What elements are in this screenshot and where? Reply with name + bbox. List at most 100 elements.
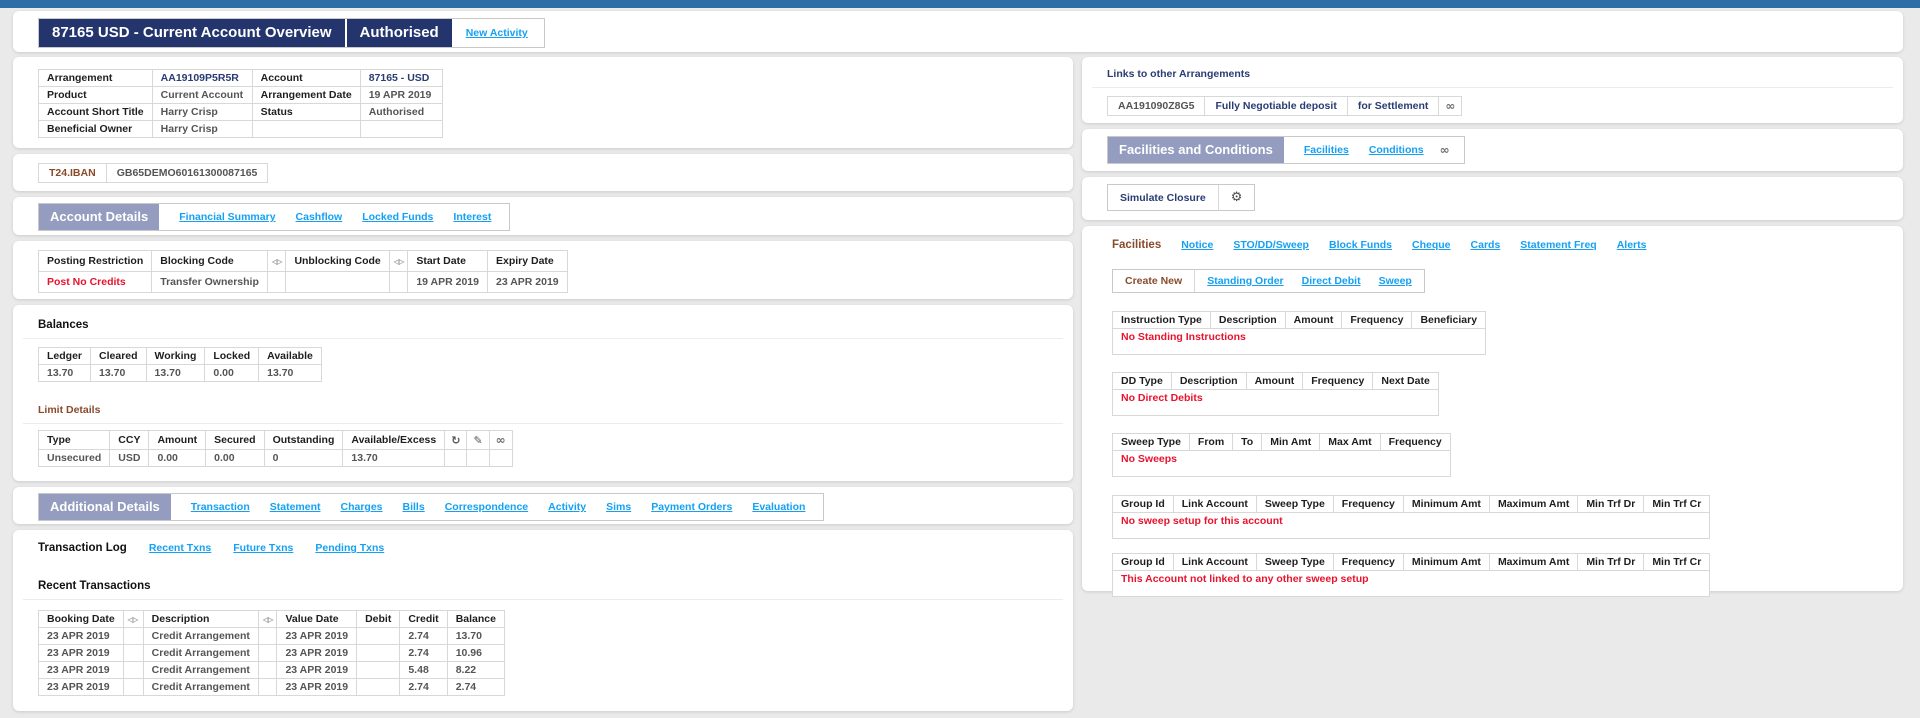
col-outstanding: Outstanding xyxy=(263,430,344,450)
table-header-row: Type CCY Amount Secured Outstanding Avai… xyxy=(37,430,513,450)
tab-correspondence[interactable]: Correspondence xyxy=(445,501,528,513)
create-new-box: Create New Standing Order Direct Debit S… xyxy=(1112,269,1425,293)
empty-cell xyxy=(257,644,278,662)
transaction-log-title: Transaction Log xyxy=(38,542,127,554)
limit-amount-value: 0.00 xyxy=(148,449,207,467)
tab-statement[interactable]: Statement xyxy=(270,501,321,513)
sort-icon[interactable]: ◁▷ xyxy=(128,615,139,624)
tab-locked-funds[interactable]: Locked Funds xyxy=(362,211,433,223)
arrangement-date-label: Arrangement Date xyxy=(251,86,361,104)
tab-facilities[interactable]: Facilities xyxy=(1304,144,1349,156)
tab-future-txns[interactable]: Future Txns xyxy=(233,542,293,554)
arrangement-label: Arrangement xyxy=(38,69,153,87)
booking-date: 23 APR 2019 xyxy=(38,661,124,679)
transaction-row: 23 APR 2019 Credit Arrangement 23 APR 20… xyxy=(38,661,505,679)
col-min-trf-dr: Min Trf Dr xyxy=(1577,495,1645,513)
tab-transaction[interactable]: Transaction xyxy=(191,501,250,513)
debit xyxy=(356,661,401,679)
balances-table: Ledger Cleared Working Locked Available … xyxy=(37,347,322,382)
table-row: T24.IBAN GB65DEMO60161300087165 xyxy=(38,163,269,183)
empty-cell xyxy=(266,271,287,293)
empty-cell xyxy=(257,661,278,679)
col-sweep-type: Sweep Type xyxy=(1255,495,1334,513)
tab-cashflow[interactable]: Cashflow xyxy=(296,211,343,223)
tab-interest[interactable]: Interest xyxy=(453,211,491,223)
tab-payment-orders[interactable]: Payment Orders xyxy=(651,501,732,513)
tab-direct-debit[interactable]: Direct Debit xyxy=(1302,275,1361,287)
tab-notice[interactable]: Notice xyxy=(1181,239,1213,251)
col-instruction-type: Instruction Type xyxy=(1112,311,1211,329)
credit: 2.74 xyxy=(399,627,448,645)
col-frequency: Frequency xyxy=(1332,553,1404,571)
tab-standing-order[interactable]: Standing Order xyxy=(1207,275,1283,287)
view-conditions-icon[interactable]: ∞ xyxy=(1440,143,1450,157)
table-row: Unsecured USD 0.00 0.00 0 13.70 xyxy=(37,449,513,467)
description: Credit Arrangement xyxy=(142,661,259,679)
sort-icon[interactable]: ◁▷ xyxy=(272,257,283,266)
tab-recent-txns[interactable]: Recent Txns xyxy=(149,542,211,554)
transaction-row: 23 APR 2019 Credit Arrangement 23 APR 20… xyxy=(38,644,505,662)
simulate-closure-button[interactable]: Simulate Closure xyxy=(1108,185,1218,210)
refresh-icon[interactable]: ↻ xyxy=(451,434,460,447)
col-ledger: Ledger xyxy=(37,347,92,365)
tab-bills[interactable]: Bills xyxy=(403,501,425,513)
divider xyxy=(23,599,1063,600)
col-frequency: Frequency xyxy=(1332,495,1404,513)
iban-label: T24.IBAN xyxy=(38,163,107,183)
col-link-account: Link Account xyxy=(1172,553,1257,571)
tab-financial-summary[interactable]: Financial Summary xyxy=(179,211,275,223)
view-arrangement-icon[interactable]: ∞ xyxy=(1445,99,1455,113)
empty-cell xyxy=(359,120,443,138)
new-activity-link[interactable]: New Activity xyxy=(466,27,528,39)
col-minimum-amt: Minimum Amt xyxy=(1402,495,1490,513)
col-link-account: Link Account xyxy=(1172,495,1257,513)
tab-activity[interactable]: Activity xyxy=(548,501,586,513)
iban-table: T24.IBAN GB65DEMO60161300087165 xyxy=(38,163,269,183)
tab-alerts[interactable]: Alerts xyxy=(1617,239,1647,251)
tab-conditions[interactable]: Conditions xyxy=(1369,144,1424,156)
balance: 8.22 xyxy=(446,661,505,679)
tab-statement-freq[interactable]: Statement Freq xyxy=(1520,239,1596,251)
credit: 2.74 xyxy=(399,644,448,662)
col-ccy: CCY xyxy=(109,430,150,450)
table-header-row: Group Id Link Account Sweep Type Frequen… xyxy=(1112,495,1711,513)
empty-state-message: No Standing Instructions xyxy=(1111,328,1487,355)
value-date: 23 APR 2019 xyxy=(276,627,358,645)
col-amount: Amount xyxy=(1284,311,1343,329)
create-new-label: Create New xyxy=(1125,275,1183,287)
col-description: Description xyxy=(1170,372,1247,390)
col-posting-restriction: Posting Restriction xyxy=(37,250,153,272)
sort-icon[interactable]: ◁▷ xyxy=(263,615,274,624)
section-title: Additional Details xyxy=(39,494,171,520)
linked-arrangement-role: for Settlement xyxy=(1346,96,1440,116)
account-details-section: Account Details Financial Summary Cashfl… xyxy=(38,203,511,231)
col-secured: Secured xyxy=(205,430,265,450)
col-balance: Balance xyxy=(446,610,505,628)
tab-cards[interactable]: Cards xyxy=(1471,239,1501,251)
edit-icon[interactable]: ✎ xyxy=(473,434,482,447)
gear-icon[interactable]: ⚙ xyxy=(1231,190,1243,205)
tab-evaluation[interactable]: Evaluation xyxy=(752,501,805,513)
status-value: Authorised xyxy=(359,103,443,121)
table-row: Post No Credits Transfer Ownership 19 AP… xyxy=(37,271,568,293)
tab-sweep[interactable]: Sweep xyxy=(1379,275,1412,287)
balances-card: Balances Ledger Cleared Working Locked A… xyxy=(13,305,1073,481)
tab-charges[interactable]: Charges xyxy=(341,501,383,513)
transaction-row: 23 APR 2019 Credit Arrangement 23 APR 20… xyxy=(38,627,505,645)
description: Credit Arrangement xyxy=(142,644,259,662)
tab-cheque[interactable]: Cheque xyxy=(1412,239,1451,251)
balance: 2.74 xyxy=(446,678,505,696)
simulate-closure-card: Simulate Closure ⚙ xyxy=(1082,177,1903,220)
tab-pending-txns[interactable]: Pending Txns xyxy=(315,542,384,554)
description: Credit Arrangement xyxy=(142,627,259,645)
empty-cell xyxy=(122,678,144,696)
right-column: Links to other Arrangements AA191090Z8G5… xyxy=(1082,57,1903,597)
limit-ccy-value: USD xyxy=(109,449,150,467)
col-minimum-amt: Minimum Amt xyxy=(1402,553,1490,571)
col-type: Type xyxy=(37,430,111,450)
tab-block-funds[interactable]: Block Funds xyxy=(1329,239,1392,251)
view-details-icon[interactable]: ∞ xyxy=(496,433,506,447)
tab-sto-dd-sweep[interactable]: STO/DD/Sweep xyxy=(1233,239,1309,251)
sort-icon[interactable]: ◁▷ xyxy=(394,257,405,266)
tab-sims[interactable]: Sims xyxy=(606,501,631,513)
